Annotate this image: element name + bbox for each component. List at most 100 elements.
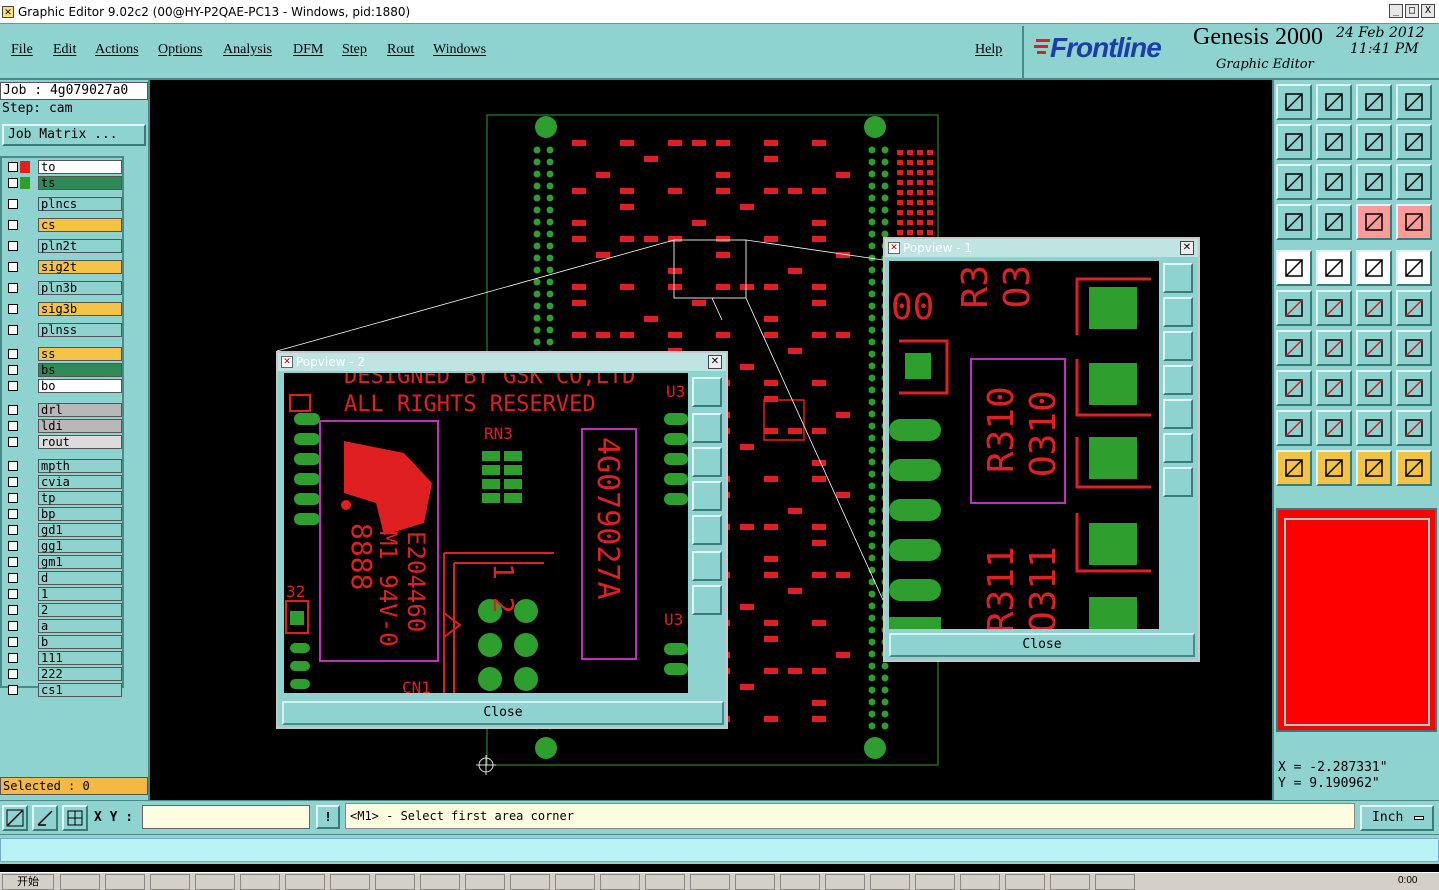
taskbar-button[interactable] [510, 874, 550, 890]
select-pointer-tool[interactable] [1276, 450, 1312, 486]
layer-row-rout[interactable]: rout [4, 435, 122, 449]
layer-checkbox[interactable] [8, 605, 18, 615]
layer-row-b[interactable]: b [4, 635, 122, 649]
layer-checkbox[interactable] [8, 669, 18, 679]
minimize-button[interactable]: _ [1389, 4, 1403, 18]
popview-1-pan-right-button[interactable] [1163, 399, 1193, 429]
taskbar-button[interactable] [60, 874, 100, 890]
layer-row-1[interactable]: 1 [4, 587, 122, 601]
taskbar-button[interactable] [330, 874, 370, 890]
connect-tool[interactable] [1276, 290, 1312, 326]
layer-row-plnss[interactable]: plnss [4, 323, 122, 337]
step-repeat-tool[interactable] [1396, 330, 1432, 366]
layer-checkbox[interactable] [8, 653, 18, 663]
start-button[interactable]: 开始 [2, 874, 54, 890]
net-select-tool[interactable] [1396, 204, 1432, 240]
triangle-right-tool[interactable] [1356, 410, 1392, 446]
menu-dfm[interactable]: DFM [293, 42, 323, 58]
layer-checkbox[interactable] [8, 573, 18, 583]
triangle-up-tool[interactable] [1316, 410, 1352, 446]
menu-options[interactable]: Options [158, 42, 202, 58]
menu-analysis[interactable]: Analysis [223, 42, 272, 58]
taskbar-button[interactable] [420, 874, 460, 890]
taskbar-button[interactable] [915, 874, 955, 890]
select-area-tool[interactable] [1276, 370, 1312, 406]
taskbar-button[interactable] [870, 874, 910, 890]
popview-1-close-icon[interactable]: ✕ [1180, 241, 1194, 255]
popview-2-close-button[interactable]: Close [282, 701, 724, 725]
select-net-tool[interactable] [1356, 450, 1392, 486]
layer-checkbox[interactable] [8, 509, 18, 519]
add-point-tool[interactable] [1356, 290, 1392, 326]
pad-display-tool[interactable] [1396, 250, 1432, 286]
popview-2-canvas[interactable]: DESIGNED BY GSK CO,LTD ALL RIGHTS RESERV… [284, 373, 688, 693]
taskbar-button[interactable] [1050, 874, 1090, 890]
layer-row-cvia[interactable]: cvia [4, 475, 122, 489]
layer-row-to[interactable]: to [4, 160, 122, 174]
popview-1-zoom-button[interactable] [1163, 263, 1193, 293]
taskbar-button[interactable] [285, 874, 325, 890]
layer-row-a[interactable]: a [4, 619, 122, 633]
layer-checkbox[interactable] [8, 405, 18, 415]
probe-tool[interactable] [1316, 204, 1352, 240]
layer-checkbox[interactable] [8, 589, 18, 599]
layer-row-bp[interactable]: bp [4, 507, 122, 521]
layer-row-mpth[interactable]: mpth [4, 459, 122, 473]
units-select[interactable]: Inch [1360, 805, 1434, 831]
scale-1-to-1-tool[interactable] [1356, 164, 1392, 200]
ruler-tool[interactable] [1276, 204, 1312, 240]
layer-checkbox[interactable] [8, 262, 18, 272]
overview-window[interactable] [1276, 508, 1437, 732]
layer-row-ts[interactable]: ts [4, 176, 122, 190]
layer-checkbox[interactable] [8, 162, 18, 172]
taskbar-button[interactable] [825, 874, 865, 890]
popview-1-pan-up-button[interactable] [1163, 297, 1193, 327]
menu-help[interactable]: Help [975, 42, 1002, 58]
popview-2-fit-button[interactable] [692, 551, 722, 581]
layer-checkbox[interactable] [8, 437, 18, 447]
popview-1-fit-button[interactable] [1163, 433, 1193, 463]
job-matrix-button[interactable]: Job Matrix ... [2, 124, 146, 146]
layer-checkbox[interactable] [8, 477, 18, 487]
array-tool[interactable] [1356, 370, 1392, 406]
popview-2-pan-down-button[interactable] [692, 447, 722, 477]
route-tool[interactable] [1396, 450, 1432, 486]
layer-row-plncs[interactable]: plncs [4, 197, 122, 211]
select-box-tool[interactable] [1316, 450, 1352, 486]
layer-checkbox[interactable] [8, 304, 18, 314]
snap-mode-button[interactable] [2, 805, 28, 831]
move-point-tool[interactable] [1396, 290, 1432, 326]
layer-row-ss[interactable]: ss [4, 347, 122, 361]
layer-checkbox[interactable] [8, 685, 18, 695]
taskbar-button[interactable] [465, 874, 505, 890]
layer-checkbox[interactable] [8, 525, 18, 535]
layer-checkbox[interactable] [8, 421, 18, 431]
layer-row-bo[interactable]: bo [4, 379, 122, 393]
xy-input[interactable] [142, 805, 310, 829]
layer-row-cs1[interactable]: cs1 [4, 683, 122, 697]
taskbar-button[interactable] [960, 874, 1000, 890]
layer-checkbox[interactable] [8, 283, 18, 293]
layer-row-bs[interactable]: bs [4, 363, 122, 377]
layer-select-tool[interactable] [1356, 204, 1392, 240]
layer-row-pln3b[interactable]: pln3b [4, 281, 122, 295]
taskbar-button[interactable] [735, 874, 775, 890]
taskbar-button[interactable] [600, 874, 640, 890]
layer-row-drl[interactable]: drl [4, 403, 122, 417]
layer-checkbox[interactable] [8, 621, 18, 631]
popview-1-home-button[interactable] [1163, 467, 1193, 497]
display-outline-tool[interactable] [1316, 250, 1352, 286]
pan-right-tool[interactable] [1316, 124, 1352, 160]
layer-row-cs[interactable]: cs [4, 218, 122, 232]
taskbar-button[interactable] [690, 874, 730, 890]
arc-tool[interactable] [1356, 330, 1392, 366]
layer-row-pln2t[interactable]: pln2t [4, 239, 122, 253]
layer-checkbox[interactable] [8, 325, 18, 335]
measure-tool[interactable] [1356, 250, 1392, 286]
menu-file[interactable]: File [11, 42, 33, 58]
layer-row-sig3b[interactable]: sig3b [4, 302, 122, 316]
menu-windows[interactable]: Windows [433, 42, 486, 58]
menu-step[interactable]: Step [342, 42, 367, 58]
layer-row-111[interactable]: 111 [4, 651, 122, 665]
popview-2-pan-right-button[interactable] [692, 515, 722, 545]
